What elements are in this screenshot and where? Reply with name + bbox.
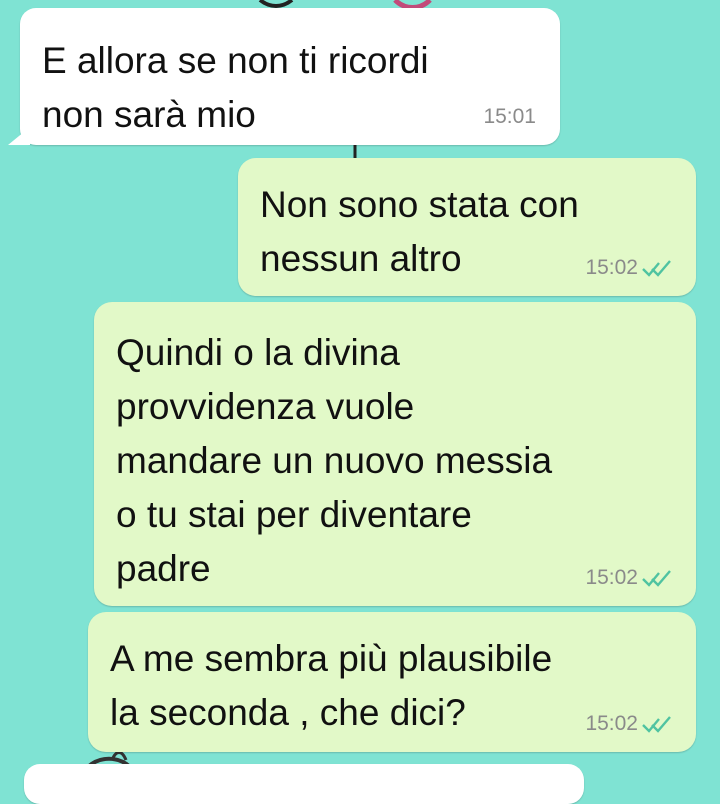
message-time: 15:02 — [585, 256, 638, 279]
bubble-tail-icon — [8, 127, 30, 145]
chat-thread: E allora se non ti ricordi non sarà mio … — [0, 0, 720, 804]
double-check-icon — [642, 570, 671, 587]
message-outgoing-1[interactable]: Non sono stata con nessun altro 15:02 — [238, 158, 696, 296]
message-time: 15:02 — [585, 566, 638, 589]
message-outgoing-2[interactable]: Quindi o la divina provvidenza vuole man… — [94, 302, 696, 606]
double-check-icon — [642, 260, 671, 277]
message-meta: 15:02 — [585, 256, 672, 280]
message-meta: 15:02 — [585, 566, 672, 590]
message-outgoing-3[interactable]: A me sembra più plausibile la seconda , … — [88, 612, 696, 752]
message-time: 15:01 — [483, 105, 536, 128]
message-meta: 15:01 — [483, 105, 536, 129]
double-check-icon — [642, 716, 671, 733]
message-text: E allora se non ti ricordi non sarà mio — [42, 40, 429, 135]
message-incoming-partial[interactable] — [24, 764, 584, 804]
message-incoming-1[interactable]: E allora se non ti ricordi non sarà mio … — [8, 8, 560, 145]
message-text: Quindi o la divina provvidenza vuole man… — [116, 332, 553, 589]
message-time: 15:02 — [585, 712, 638, 735]
message-meta: 15:02 — [585, 712, 672, 736]
